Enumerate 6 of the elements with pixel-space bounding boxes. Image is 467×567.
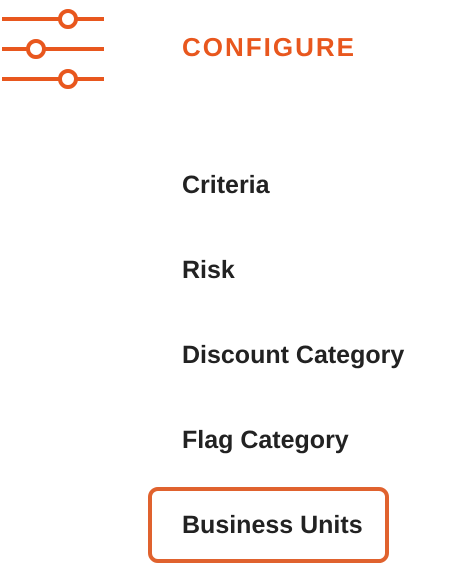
menu-item[interactable]: Discount Category xyxy=(148,317,430,393)
menu-item[interactable]: Business Units xyxy=(148,487,389,563)
menu-item[interactable]: Criteria xyxy=(148,147,296,223)
menu-item[interactable]: Risk xyxy=(148,232,261,308)
menu-item[interactable]: Flag Category xyxy=(148,402,375,478)
section-title: CONFIGURE xyxy=(182,32,356,63)
